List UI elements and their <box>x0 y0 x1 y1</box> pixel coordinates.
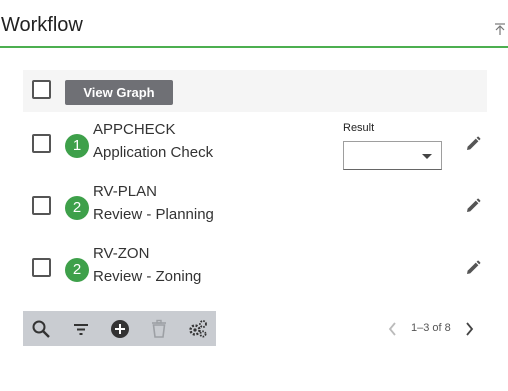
result-dropdown[interactable] <box>343 141 442 170</box>
edit-icon[interactable] <box>465 136 481 152</box>
page-range: 1–3 of 8 <box>411 322 451 334</box>
chevron-left-icon[interactable] <box>386 320 400 338</box>
panel-header: Workflow <box>0 0 508 48</box>
workflow-row: 2 RV-ZON Review - Zoning <box>0 242 508 298</box>
row-code: RV-PLAN <box>93 183 157 200</box>
workflow-row: 2 RV-PLAN Review - Planning <box>0 180 508 236</box>
filter-icon[interactable] <box>71 319 91 339</box>
view-graph-button[interactable]: View Graph <box>65 80 173 105</box>
row-description: Review - Zoning <box>93 268 202 285</box>
edit-icon[interactable] <box>465 198 481 214</box>
row-description: Application Check <box>93 144 214 161</box>
chevron-down-icon <box>422 154 432 159</box>
step-badge: 1 <box>65 134 89 158</box>
collapse-icon[interactable] <box>494 22 506 36</box>
workflow-toolbar: View Graph <box>23 70 487 112</box>
row-checkbox[interactable] <box>32 258 51 277</box>
result-label: Result <box>343 122 375 134</box>
bottom-toolbar <box>23 311 216 346</box>
row-checkbox[interactable] <box>32 134 51 153</box>
row-code: RV-ZON <box>93 245 150 262</box>
step-badge: 2 <box>65 196 89 220</box>
settings-icon[interactable] <box>188 319 208 339</box>
select-all-checkbox[interactable] <box>32 80 51 99</box>
edit-icon[interactable] <box>465 260 481 276</box>
row-checkbox[interactable] <box>32 196 51 215</box>
delete-icon <box>152 319 166 338</box>
step-badge: 2 <box>65 258 89 282</box>
panel-title: Workflow <box>1 14 83 36</box>
search-icon[interactable] <box>31 319 51 339</box>
row-code: APPCHECK <box>93 121 176 138</box>
chevron-right-icon[interactable] <box>462 320 476 338</box>
row-description: Review - Planning <box>93 206 214 223</box>
add-icon[interactable] <box>110 319 130 339</box>
